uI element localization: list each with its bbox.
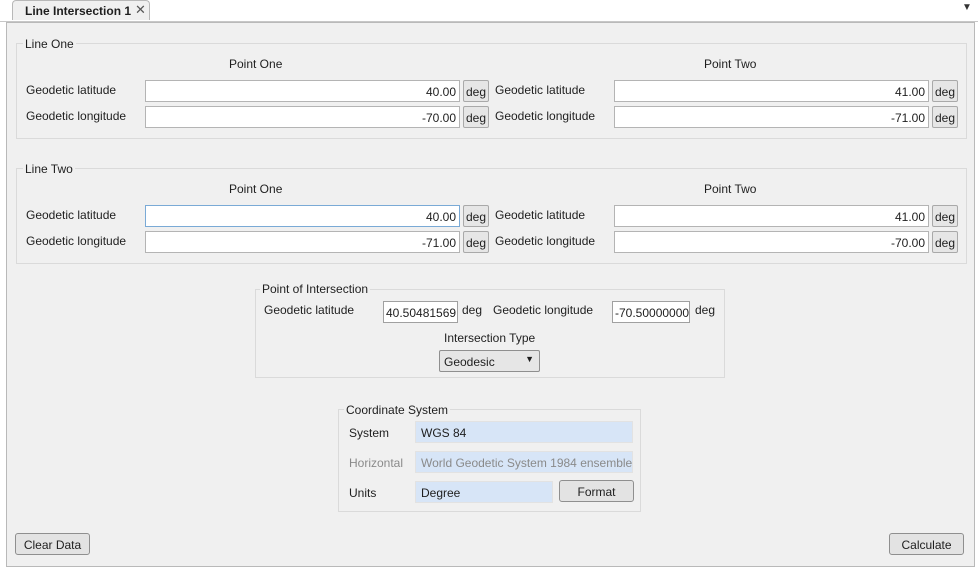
clear-data-button[interactable]: Clear Data bbox=[15, 533, 90, 555]
line-two-title: Line Two bbox=[23, 162, 75, 176]
line-one-p2-lon-label: Geodetic longitude bbox=[495, 109, 596, 123]
chevron-down-icon[interactable]: ▼ bbox=[962, 2, 972, 13]
line-one-p2-lon-unit-button[interactable]: deg bbox=[932, 106, 958, 128]
intersection-lat-label: Geodetic latitude bbox=[264, 303, 355, 317]
line-one-p1-lat-label: Geodetic latitude bbox=[26, 83, 117, 97]
units-label: Units bbox=[349, 486, 377, 500]
tab-line-intersection[interactable]: Line Intersection 1 ✕ bbox=[12, 0, 150, 20]
coordinate-system-title: Coordinate System bbox=[344, 403, 451, 417]
horizontal-label: Horizontal bbox=[349, 456, 404, 470]
calculate-button[interactable]: Calculate bbox=[889, 533, 964, 555]
intersection-lon-unit: deg bbox=[695, 303, 716, 317]
units-field[interactable]: Degree bbox=[415, 481, 553, 503]
tab-bar: Line Intersection 1 ✕ ▼ bbox=[0, 0, 978, 22]
line-one-point-two-heading: Point Two bbox=[704, 57, 757, 71]
format-button[interactable]: Format bbox=[559, 480, 634, 502]
line-one-p1-lat-unit-button[interactable]: deg bbox=[463, 80, 489, 102]
line-two-p1-lat-field[interactable]: 40.00 bbox=[145, 205, 460, 227]
line-two-point-two-heading: Point Two bbox=[704, 182, 757, 196]
intersection-type-select[interactable]: Geodesic ▼ bbox=[439, 350, 540, 372]
intersection-type-label: Intersection Type bbox=[444, 331, 536, 345]
intersection-type-value: Geodesic bbox=[444, 355, 495, 369]
horizontal-field: World Geodetic System 1984 ensemble bbox=[415, 451, 633, 473]
line-one-p2-lat-label: Geodetic latitude bbox=[495, 83, 586, 97]
line-one-title: Line One bbox=[23, 37, 76, 51]
line-one-p2-lat-field[interactable]: 41.00 bbox=[614, 80, 929, 102]
line-one-p1-lon-field[interactable]: -70.00 bbox=[145, 106, 460, 128]
intersection-lat-unit: deg bbox=[462, 303, 483, 317]
intersection-lon-field[interactable]: -70.50000000 bbox=[612, 301, 690, 323]
line-two-p2-lat-unit-button[interactable]: deg bbox=[932, 205, 958, 227]
line-two-p2-lon-unit-button[interactable]: deg bbox=[932, 231, 958, 253]
intersection-lat-field[interactable]: 40.50481569 bbox=[383, 301, 458, 323]
line-one-p1-lat-field[interactable]: 40.00 bbox=[145, 80, 460, 102]
tab-title: Line Intersection 1 bbox=[25, 4, 132, 18]
line-two-p1-lat-unit-button[interactable]: deg bbox=[463, 205, 489, 227]
line-two-point-one-heading: Point One bbox=[229, 182, 283, 196]
intersection-title: Point of Intersection bbox=[260, 282, 371, 296]
line-one-p2-lon-field[interactable]: -71.00 bbox=[614, 106, 929, 128]
line-two-p1-lon-label: Geodetic longitude bbox=[26, 234, 127, 248]
line-one-p2-lat-unit-button[interactable]: deg bbox=[932, 80, 958, 102]
line-two-p1-lon-unit-button[interactable]: deg bbox=[463, 231, 489, 253]
line-two-p2-lat-field[interactable]: 41.00 bbox=[614, 205, 929, 227]
line-two-p2-lon-label: Geodetic longitude bbox=[495, 234, 596, 248]
system-label: System bbox=[349, 426, 390, 440]
main-panel: Line One Point One Point Two Geodetic la… bbox=[6, 22, 975, 567]
intersection-lon-label: Geodetic longitude bbox=[493, 303, 594, 317]
line-one-point-one-heading: Point One bbox=[229, 57, 283, 71]
line-one-p1-lon-label: Geodetic longitude bbox=[26, 109, 127, 123]
line-one-p1-lon-unit-button[interactable]: deg bbox=[463, 106, 489, 128]
system-field[interactable]: WGS 84 bbox=[415, 421, 633, 443]
chevron-down-icon: ▼ bbox=[525, 354, 534, 364]
close-icon[interactable]: ✕ bbox=[135, 2, 146, 18]
line-two-p1-lat-label: Geodetic latitude bbox=[26, 208, 117, 222]
line-two-p1-lon-field[interactable]: -71.00 bbox=[145, 231, 460, 253]
line-two-p2-lat-label: Geodetic latitude bbox=[495, 208, 586, 222]
line-two-p2-lon-field[interactable]: -70.00 bbox=[614, 231, 929, 253]
